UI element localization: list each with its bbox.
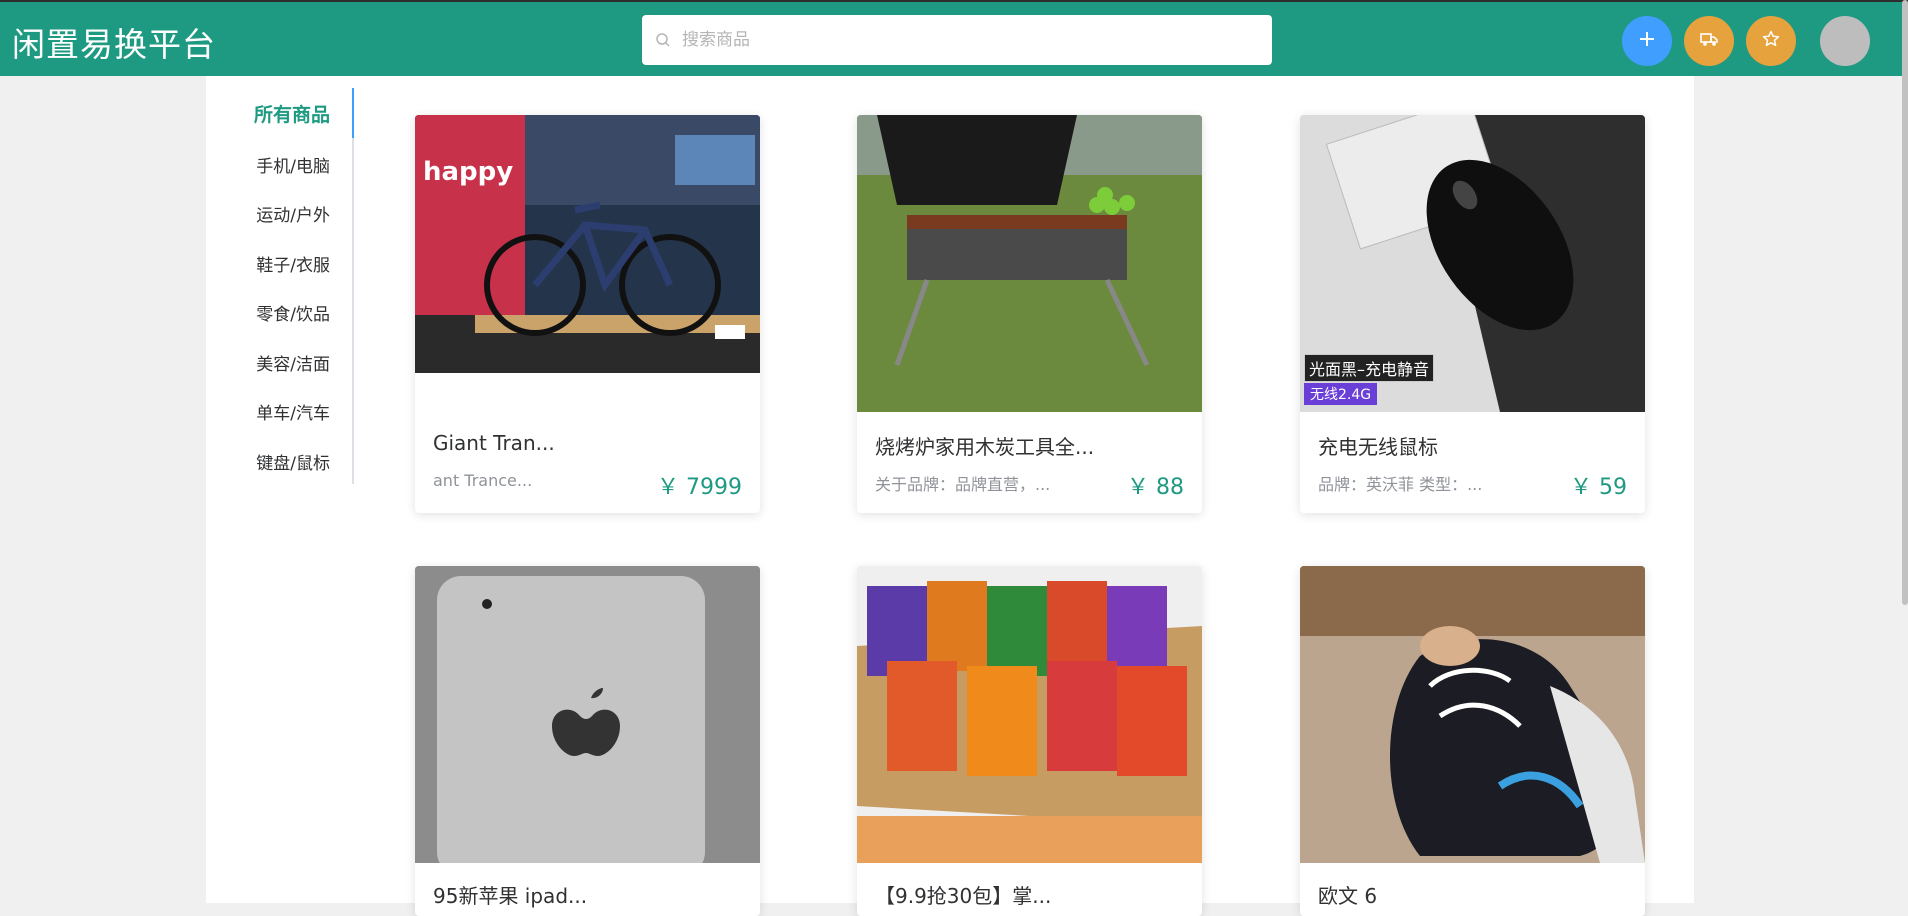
product-image-wireless-mouse: 光面黑–充电静音 无线2.4G [1300,115,1645,412]
sidebar-item-phones-computers[interactable]: 手机/电脑 [256,152,330,177]
product-card[interactable]: 烧烤炉家用木炭工具全... 关于品牌：品牌直营，... ￥ 88 [857,115,1202,513]
product-description: 关于品牌：品牌直营，... [875,475,1051,494]
category-sidebar: 所有商品 手机/电脑 运动/户外 鞋子/衣服 零食/饮品 美容/洁面 单车/汽车… [206,88,354,484]
product-image-bbq-grill [857,115,1202,412]
product-card[interactable]: 95新苹果 ipad... [415,566,760,916]
product-title[interactable]: 【9.9抢30包】掌... [875,880,1051,909]
bike-poster-text: happy [423,157,514,187]
product-card[interactable]: 【9.9抢30包】掌... [857,566,1202,916]
product-price: ￥ 7999 [657,475,742,500]
sidebar-item-beauty-skincare[interactable]: 美容/洁面 [256,350,330,375]
product-price: ￥ 59 [1570,475,1627,500]
product-card[interactable]: 欧文 6 [1300,566,1645,916]
sidebar-item-bikes-cars[interactable]: 单车/汽车 [256,399,330,424]
product-image-snack-box [857,566,1202,863]
product-image-bicycle: happy [415,115,760,373]
sidebar-item-keyboards-mice[interactable]: 键盘/鼠标 [256,449,330,474]
search-icon [654,31,672,49]
sidebar-item-shoes-clothes[interactable]: 鞋子/衣服 [256,251,330,276]
product-title[interactable]: 充电无线鼠标 [1318,431,1438,460]
sidebar-item-all[interactable]: 所有商品 [254,100,330,127]
product-image-sneaker [1300,566,1645,863]
search-box[interactable] [642,15,1272,65]
top-navbar: 闲置易换平台 [0,0,1908,76]
product-description: ant Trance... [433,471,533,490]
sidebar-active-indicator [352,88,354,138]
product-tag: 无线2.4G [1304,383,1378,405]
star-icon [1762,30,1780,52]
truck-icon [1700,31,1718,51]
product-title[interactable]: Giant Tran... [433,431,555,455]
product-tag: 光面黑–充电静音 [1304,354,1435,382]
product-title[interactable]: 95新苹果 ipad... [433,880,587,909]
product-price: ￥ 88 [1127,475,1184,500]
product-description: 品牌：英沃菲 类型：... [1318,475,1483,494]
favorites-button[interactable] [1746,16,1796,66]
product-card[interactable]: 光面黑–充电静音 无线2.4G 充电无线鼠标 品牌：英沃菲 类型：... ￥ 5… [1300,115,1645,513]
sidebar-item-snacks-drinks[interactable]: 零食/饮品 [256,300,330,325]
sidebar-item-sports-outdoor[interactable]: 运动/户外 [256,201,330,226]
scrollbar-thumb[interactable] [1902,0,1908,605]
product-card[interactable]: happy Giant Tran... ant Trance... ￥ 7999 [415,115,760,513]
plus-icon [1638,30,1656,52]
product-image-ipad [415,566,760,863]
site-title[interactable]: 闲置易换平台 [12,18,216,66]
search-input[interactable] [680,29,1244,51]
product-title[interactable]: 烧烤炉家用木炭工具全... [875,431,1094,460]
orders-button[interactable] [1684,16,1734,66]
product-title[interactable]: 欧文 6 [1318,880,1377,909]
user-avatar[interactable] [1820,16,1870,66]
add-item-button[interactable] [1622,16,1672,66]
